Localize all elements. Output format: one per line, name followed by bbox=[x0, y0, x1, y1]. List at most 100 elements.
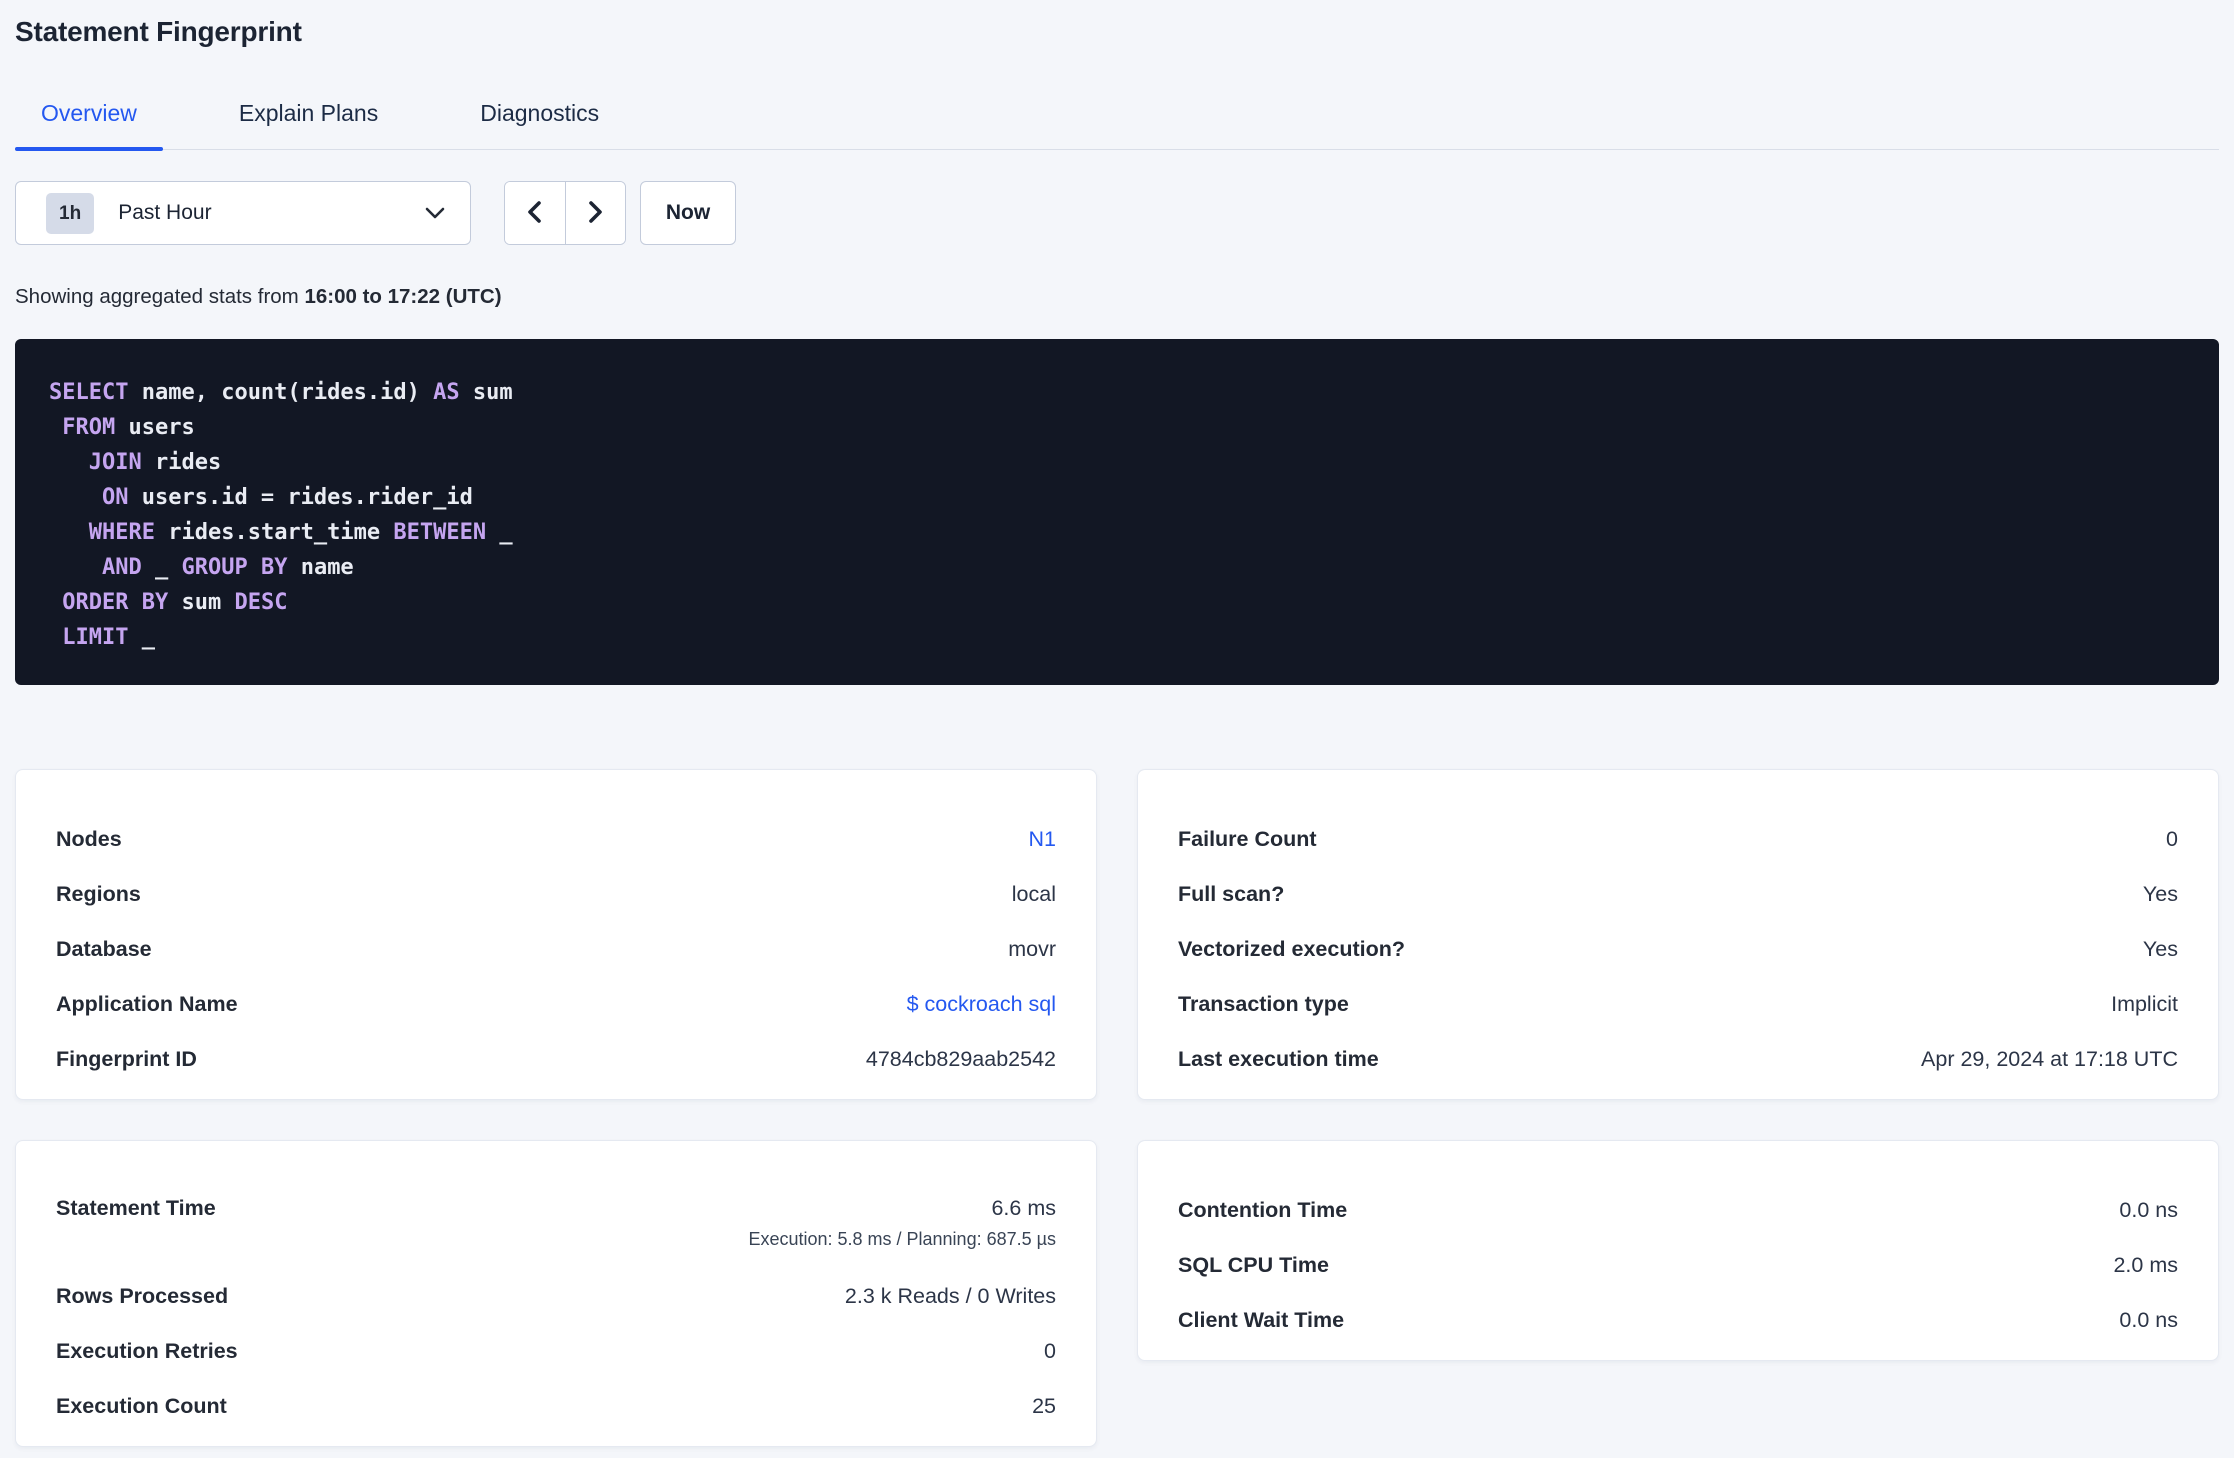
kv-value: 6.6 ms bbox=[991, 1196, 1056, 1220]
page-title: Statement Fingerprint bbox=[15, 16, 302, 47]
kv-row: Failure Count 0 bbox=[1178, 812, 2178, 867]
kv-row: Fingerprint ID 4784cb829aab2542 bbox=[56, 1032, 1056, 1087]
tab-diagnostics[interactable]: Diagnostics bbox=[454, 100, 625, 149]
kv-row: Execution Count 25 bbox=[56, 1379, 1056, 1434]
kv-row: Contention Time 0.0 ns bbox=[1178, 1183, 2178, 1238]
kv-value: 0 bbox=[2166, 827, 2178, 851]
kv-label: Database bbox=[56, 937, 152, 961]
kv-value: Yes bbox=[2142, 937, 2178, 961]
kv-subvalue: Execution: 5.8 ms / Planning: 687.5 µs bbox=[748, 1229, 1056, 1249]
time-toolbar: 1h Past Hour Now bbox=[15, 181, 2219, 245]
kv-value: 2.0 ms bbox=[2113, 1253, 2178, 1277]
kv-row: Full scan? Yes bbox=[1178, 867, 2178, 922]
kv-label: Rows Processed bbox=[56, 1284, 229, 1308]
kv-label: Regions bbox=[56, 882, 141, 906]
kv-label: Statement Time bbox=[56, 1196, 216, 1220]
kv-label: Contention Time bbox=[1178, 1198, 1348, 1222]
kv-row: Vectorized execution? Yes bbox=[1178, 922, 2178, 977]
kv-value-group: Yes bbox=[2143, 937, 2178, 962]
sql-line: WHERE rides.start_time BETWEEN _ bbox=[88, 520, 513, 545]
prev-time-button[interactable] bbox=[505, 182, 566, 244]
kv-label: Execution Retries bbox=[56, 1339, 238, 1363]
kv-value: 4784cb829aab2542 bbox=[865, 1047, 1056, 1071]
statement-times-card: Statement Time 6.6 ms Execution: 5.8 ms / … bbox=[15, 1140, 1097, 1447]
execution-attributes-card: Failure Count 0 Full scan? Yes Vectorized ex… bbox=[1137, 769, 2219, 1100]
wait-times-card: Contention Time 0.0 ns SQL CPU Time 2.0 ms C… bbox=[1137, 1140, 2219, 1361]
info-cards-row: Nodes N1 Regions local Database movr Applicati… bbox=[15, 769, 2219, 1100]
tab-explain-plans[interactable]: Explain Plans bbox=[213, 100, 404, 149]
kv-label: Execution Count bbox=[56, 1394, 227, 1418]
kv-label: Vectorized execution? bbox=[1178, 937, 1406, 961]
kv-value: movr bbox=[1008, 937, 1056, 961]
interval-badge: 1h bbox=[46, 192, 95, 234]
kv-label: SQL CPU Time bbox=[1178, 1253, 1329, 1277]
kv-value-group: Yes bbox=[2143, 882, 2178, 907]
kv-label: Fingerprint ID bbox=[56, 1047, 197, 1071]
kv-value-group: 25 bbox=[1032, 1394, 1056, 1419]
kv-row: SQL CPU Time 2.0 ms bbox=[1178, 1238, 2178, 1293]
kv-label: Failure Count bbox=[1178, 827, 1317, 851]
tab-bar: Overview Explain Plans Diagnostics bbox=[15, 100, 2219, 151]
next-time-button[interactable] bbox=[565, 182, 625, 244]
kv-value-link[interactable]: $ cockroach sql bbox=[907, 992, 1056, 1017]
sql-line: FROM users bbox=[62, 415, 195, 440]
kv-value-group: 6.6 ms Execution: 5.8 ms / Planning: 687.… bbox=[748, 1196, 1056, 1250]
summary-prefix: Showing aggregated stats from bbox=[15, 285, 305, 308]
stats-cards-row: Statement Time 6.6 ms Execution: 5.8 ms / … bbox=[15, 1140, 2219, 1447]
kv-label: Transaction type bbox=[1178, 992, 1349, 1016]
kv-value: local bbox=[1011, 882, 1056, 906]
chevron-down-icon bbox=[424, 206, 446, 220]
statement-fingerprint-page: Statement Fingerprint Overview Explain P… bbox=[0, 0, 2234, 1447]
kv-row: Client Wait Time 0.0 ns bbox=[1178, 1293, 2178, 1348]
kv-row: Regions local bbox=[56, 867, 1056, 922]
kv-row: Transaction type Implicit bbox=[1178, 977, 2178, 1032]
kv-label: Full scan? bbox=[1178, 882, 1285, 906]
kv-row: Last execution time Apr 29, 2024 at 17:18… bbox=[1178, 1032, 2178, 1087]
statement-info-card: Nodes N1 Regions local Database movr Applicati… bbox=[15, 769, 1097, 1100]
kv-value-group: 4784cb829aab2542 bbox=[866, 1047, 1056, 1072]
kv-value: 0.0 ns bbox=[2119, 1308, 2178, 1332]
time-interval-dropdown[interactable]: 1h Past Hour bbox=[15, 181, 471, 245]
sql-line: ON users.id = rides.rider_id bbox=[101, 485, 473, 510]
kv-row: Nodes N1 bbox=[56, 812, 1056, 867]
chevron-right-icon bbox=[582, 198, 608, 229]
kv-value: 2.3 k Reads / 0 Writes bbox=[844, 1284, 1056, 1308]
kv-label: Nodes bbox=[56, 827, 122, 851]
kv-value-group: Implicit bbox=[2111, 992, 2178, 1017]
kv-row: Application Name $ cockroach sql bbox=[56, 977, 1056, 1032]
kv-value: 25 bbox=[1032, 1394, 1056, 1418]
sql-line: ORDER BY sum DESC bbox=[62, 590, 288, 615]
kv-row: Execution Retries 0 bbox=[56, 1324, 1056, 1379]
kv-value: Implicit bbox=[2111, 992, 2178, 1016]
sql-statement-box: SELECT name, count(rides.id) AS sum FROM… bbox=[15, 339, 2219, 685]
kv-value-group: local bbox=[1012, 882, 1056, 907]
sql-line: SELECT name, count(rides.id) AS sum bbox=[49, 380, 513, 405]
sql-line: AND _ GROUP BY name bbox=[101, 555, 354, 580]
sql-line: JOIN rides bbox=[88, 450, 222, 475]
kv-value-group: 0.0 ns bbox=[2119, 1308, 2178, 1333]
kv-value: 0 bbox=[1044, 1339, 1056, 1363]
kv-value-group: 0 bbox=[1044, 1339, 1056, 1364]
kv-value: Apr 29, 2024 at 17:18 UTC bbox=[1921, 1047, 2178, 1071]
kv-row: Rows Processed 2.3 k Reads / 0 Writes bbox=[56, 1269, 1056, 1324]
aggregation-summary: Showing aggregated stats from 16:00 to 1… bbox=[15, 285, 2219, 309]
kv-value-group: 2.3 k Reads / 0 Writes bbox=[845, 1284, 1056, 1309]
summary-range: 16:00 to 17:22 (UTC) bbox=[304, 285, 502, 308]
kv-value-group: Apr 29, 2024 at 17:18 UTC bbox=[1921, 1047, 2178, 1072]
chevron-left-icon bbox=[522, 198, 548, 229]
kv-row: Statement Time 6.6 ms Execution: 5.8 ms / … bbox=[56, 1183, 1056, 1269]
kv-label: Last execution time bbox=[1178, 1047, 1379, 1071]
kv-value-group: 0.0 ns bbox=[2119, 1198, 2178, 1223]
kv-value-group: 0 bbox=[2166, 827, 2178, 852]
kv-value-link[interactable]: N1 bbox=[1029, 827, 1056, 852]
kv-value-group: 2.0 ms bbox=[2113, 1253, 2178, 1278]
kv-label: Client Wait Time bbox=[1178, 1308, 1345, 1332]
kv-label: Application Name bbox=[56, 992, 238, 1016]
time-step-buttons bbox=[504, 181, 626, 245]
kv-value: 0.0 ns bbox=[2119, 1198, 2178, 1222]
kv-row: Database movr bbox=[56, 922, 1056, 977]
sql-line: LIMIT _ bbox=[62, 625, 155, 650]
now-button[interactable]: Now bbox=[640, 181, 736, 245]
kv-value: Yes bbox=[2142, 882, 2178, 906]
tab-overview[interactable]: Overview bbox=[15, 100, 163, 151]
